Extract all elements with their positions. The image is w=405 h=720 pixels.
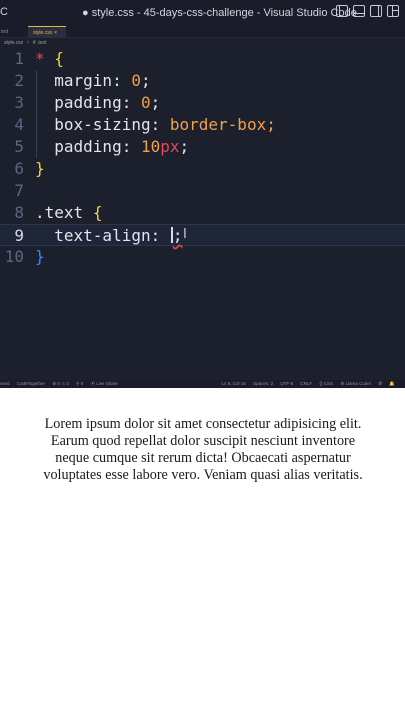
status-item-cursor-position[interactable]: Ln 9, Col 15 bbox=[222, 381, 246, 386]
token-brace: { bbox=[92, 203, 103, 222]
code-text: padding: 0; bbox=[35, 92, 160, 114]
tab-previous-file[interactable]: trol bbox=[0, 26, 26, 38]
token-brace-matched: } bbox=[35, 247, 45, 266]
code-line[interactable]: 4 box-sizing: border-box; bbox=[0, 114, 405, 136]
status-bar-right: Ln 9, Col 15 Spaces: 2 UTF-8 CRLF {} CSS… bbox=[222, 380, 401, 388]
line-number: 8 bbox=[14, 203, 24, 222]
breadcrumb-file[interactable]: style.css bbox=[4, 40, 23, 46]
status-item-accounts[interactable]: ⦾ bbox=[379, 381, 383, 386]
status-item-ports[interactable]: ⚲ 0 bbox=[76, 381, 83, 386]
token-semicolon: ; bbox=[150, 93, 161, 112]
editor-tab-bar: trol style.css × bbox=[0, 26, 405, 38]
code-text: box-sizing: border-box; bbox=[35, 114, 276, 136]
preview-paragraph: Lorem ipsum dolor sit amet consectetur a… bbox=[43, 416, 363, 483]
code-line[interactable]: 6 } bbox=[0, 158, 405, 180]
status-item-encoding[interactable]: UTF-8 bbox=[280, 381, 293, 386]
token-unit: px bbox=[160, 137, 180, 156]
token-property: padding: bbox=[54, 137, 132, 156]
status-item-codetogether[interactable]: CodeTogether bbox=[17, 381, 45, 386]
code-text: margin: 0; bbox=[35, 70, 151, 92]
status-item-llama-coder[interactable]: ⚙ Llama Coder bbox=[340, 381, 371, 386]
code-line[interactable]: 10 } bbox=[0, 246, 405, 268]
code-text: } bbox=[35, 246, 45, 268]
status-item-line-ending[interactable]: CRLF bbox=[300, 381, 312, 386]
code-editor[interactable]: 1 * { 2 margin: 0; 3 padding: 0; 4 box-s… bbox=[0, 48, 405, 380]
title-bar: C ● style.css - 45-days-css-challenge - … bbox=[0, 0, 405, 26]
status-item-problems[interactable]: ⊗ 0 ⚠ 0 bbox=[52, 381, 69, 386]
code-line[interactable]: 1 * { bbox=[0, 48, 405, 70]
mouse-ibeam-cursor-icon: I bbox=[183, 227, 187, 242]
code-text: } bbox=[35, 158, 45, 180]
token-brace: } bbox=[35, 159, 45, 178]
token-number: 10 bbox=[140, 137, 161, 156]
breadcrumb: style.css > # .text bbox=[0, 38, 405, 48]
code-line[interactable]: 3 padding: 0; bbox=[0, 92, 405, 114]
token-semicolon-error: ; bbox=[172, 226, 183, 245]
token-number: 0 bbox=[131, 71, 141, 90]
customize-layout-icon[interactable] bbox=[387, 5, 399, 17]
line-number: 1 bbox=[14, 49, 24, 68]
status-item-indentation[interactable]: Spaces: 2 bbox=[253, 381, 273, 386]
breadcrumb-symbol[interactable]: .text bbox=[37, 40, 46, 46]
code-line[interactable]: 5 padding: 10px; bbox=[0, 136, 405, 158]
breadcrumb-symbol-icon: # bbox=[32, 40, 36, 46]
toggle-panel-icon[interactable] bbox=[353, 5, 365, 17]
line-number: 2 bbox=[14, 71, 24, 90]
code-line[interactable]: 2 margin: 0; bbox=[0, 70, 405, 92]
breadcrumb-separator: > bbox=[26, 40, 30, 46]
layout-controls bbox=[336, 5, 399, 17]
tab-style-css-label: style.css bbox=[33, 30, 53, 36]
line-number: 6 bbox=[14, 159, 24, 178]
status-bar: ssed CodeTogether ⊗ 0 ⚠ 0 ⚲ 0 ⦿ Live Sha… bbox=[0, 380, 405, 388]
token-brace: { bbox=[54, 49, 64, 68]
window-title: ● style.css - 45-days-css-challenge - Vi… bbox=[82, 7, 357, 19]
vscode-window: C ● style.css - 45-days-css-challenge - … bbox=[0, 0, 405, 388]
code-line[interactable]: 7 bbox=[0, 180, 405, 202]
status-item-language[interactable]: {} CSS bbox=[319, 381, 333, 386]
title-bar-fragment: C bbox=[0, 6, 8, 18]
line-number: 3 bbox=[14, 93, 24, 112]
token-semicolon: ; bbox=[140, 71, 151, 90]
status-item-live-share[interactable]: ⦿ Live Share bbox=[90, 381, 117, 386]
notifications-bell-icon[interactable]: 🔔 bbox=[389, 381, 395, 386]
code-line[interactable]: 8 .text { bbox=[0, 202, 405, 224]
line-number: 7 bbox=[14, 181, 24, 200]
tab-style-css[interactable]: style.css × bbox=[28, 26, 66, 38]
line-number: 5 bbox=[14, 137, 24, 156]
line-number: 4 bbox=[14, 115, 24, 134]
code-text: text-align: ; bbox=[35, 225, 183, 247]
token-property: margin: bbox=[54, 71, 122, 90]
token-property: padding: bbox=[54, 93, 132, 112]
code-text: .text { bbox=[35, 202, 102, 224]
code-line-current[interactable]: 9 text-align: ; bbox=[0, 224, 405, 246]
code-text: * { bbox=[35, 48, 64, 70]
line-number: 9 bbox=[14, 226, 24, 245]
line-number: 10 bbox=[4, 247, 24, 266]
token-value: border-box; bbox=[169, 115, 276, 134]
toggle-primary-sidebar-icon[interactable] bbox=[336, 5, 348, 17]
token-semicolon: ; bbox=[179, 137, 190, 156]
token-property: box-sizing: bbox=[54, 115, 161, 134]
tab-close-icon[interactable]: × bbox=[54, 30, 57, 36]
status-bar-left: ssed CodeTogether ⊗ 0 ⚠ 0 ⚲ 0 ⦿ Live Sha… bbox=[0, 380, 124, 388]
toggle-secondary-sidebar-icon[interactable] bbox=[370, 5, 382, 17]
token-number: 0 bbox=[140, 93, 151, 112]
token-property: text-align: bbox=[54, 226, 161, 245]
token-class-selector: .text bbox=[35, 203, 84, 222]
code-text: padding: 10px; bbox=[35, 136, 189, 158]
token-universal-selector: * bbox=[35, 49, 45, 68]
status-item-remote[interactable]: ssed bbox=[0, 381, 10, 386]
browser-preview: Lorem ipsum dolor sit amet consectetur a… bbox=[0, 388, 405, 720]
